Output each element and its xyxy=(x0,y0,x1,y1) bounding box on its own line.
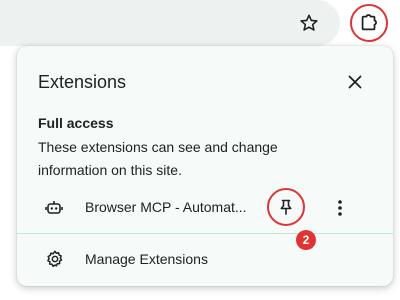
address-bar[interactable] xyxy=(0,0,340,46)
manage-extensions-label: Manage Extensions xyxy=(85,251,208,267)
pin-icon xyxy=(280,199,292,215)
full-access-description: These extensions can see and change info… xyxy=(38,139,278,178)
pin-extension-button[interactable] xyxy=(267,188,305,226)
extensions-toolbar-button[interactable] xyxy=(350,4,388,42)
step-badge-2: 2 xyxy=(296,230,316,250)
bookmark-star-button[interactable] xyxy=(298,12,320,34)
extension-more-button[interactable] xyxy=(330,197,350,219)
popup-title: Extensions xyxy=(38,72,127,92)
star-outline-icon xyxy=(300,14,318,31)
divider xyxy=(17,233,393,234)
puzzle-piece-icon xyxy=(361,14,377,31)
browser-window: 1 Extensions Full access These extension… xyxy=(0,0,400,300)
close-icon xyxy=(348,75,362,89)
close-button[interactable] xyxy=(344,71,366,93)
extension-name[interactable]: Browser MCP - Automat... xyxy=(85,199,259,215)
gear-icon xyxy=(47,250,63,268)
manage-extensions-item[interactable]: Manage Extensions xyxy=(17,242,393,276)
full-access-heading: Full access xyxy=(38,115,114,131)
more-vertical-icon xyxy=(338,200,342,216)
extension-row[interactable]: Browser MCP - Automat... xyxy=(17,188,393,228)
robot-icon xyxy=(45,201,63,214)
extensions-popup: Extensions Full access These extensions … xyxy=(17,46,393,286)
